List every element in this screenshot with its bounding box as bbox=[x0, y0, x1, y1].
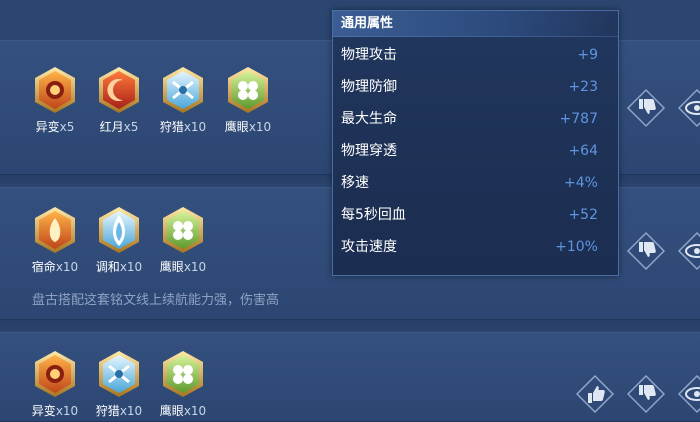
like-button[interactable] bbox=[575, 374, 615, 414]
rune-count: x5 bbox=[59, 120, 75, 134]
stat-value: +10% bbox=[555, 239, 598, 255]
rune-item[interactable]: 狩猎x10 bbox=[153, 66, 213, 135]
stat-row: 物理攻击 +9 bbox=[333, 39, 618, 71]
rune-item[interactable]: 鹰眼x10 bbox=[153, 206, 213, 275]
shoulie-gem-icon bbox=[163, 67, 203, 113]
rune-count: x10 bbox=[248, 120, 272, 134]
rune-item[interactable]: 红月x5 bbox=[89, 66, 149, 135]
tiaohe-gem-icon bbox=[99, 207, 139, 253]
thumbs-down-icon bbox=[626, 374, 666, 414]
rune-name: 调和 bbox=[95, 260, 120, 274]
dislike-button[interactable] bbox=[626, 231, 666, 271]
rune-name: 宿命 bbox=[31, 260, 56, 274]
stat-value: +787 bbox=[559, 111, 598, 127]
stat-label: 物理穿透 bbox=[341, 143, 397, 159]
dislike-button[interactable] bbox=[626, 88, 666, 128]
rune-item[interactable]: 宿命x10 bbox=[25, 206, 85, 275]
rune-count: x10 bbox=[183, 120, 207, 134]
view-button[interactable] bbox=[677, 88, 700, 128]
rune-name: 鹰眼 bbox=[159, 260, 184, 274]
eye-icon bbox=[677, 88, 700, 128]
stat-row: 物理穿透 +64 bbox=[333, 135, 618, 167]
rune-count: x10 bbox=[55, 404, 79, 418]
build-description: 盘古搭配这套铭文线上续航能力强，伤害高 bbox=[32, 293, 280, 308]
stat-label: 物理攻击 bbox=[341, 47, 397, 63]
yibian-gem-icon bbox=[35, 67, 75, 113]
stat-value: +23 bbox=[568, 79, 598, 95]
rune-item[interactable]: 调和x10 bbox=[89, 206, 149, 275]
divider bbox=[0, 320, 700, 332]
yingyan-gem-icon bbox=[228, 67, 268, 113]
rune-name: 红月 bbox=[99, 120, 124, 134]
stat-label: 每5秒回血 bbox=[341, 207, 406, 223]
stat-value: +9 bbox=[577, 47, 598, 63]
rune-count: x5 bbox=[123, 120, 139, 134]
rune-count: x10 bbox=[119, 404, 143, 418]
rune-item[interactable]: 异变x5 bbox=[25, 66, 85, 135]
stat-row: 攻击速度 +10% bbox=[333, 231, 618, 263]
tooltip-title: 通用属性 bbox=[333, 11, 618, 37]
rune-name: 鹰眼 bbox=[159, 404, 184, 418]
attribute-tooltip: 通用属性 物理攻击 +9 物理防御 +23 最大生命 +787 物理穿透 +64… bbox=[332, 10, 619, 276]
rune-count: x10 bbox=[119, 260, 143, 274]
eye-icon bbox=[677, 231, 700, 271]
thumbs-down-icon bbox=[626, 88, 666, 128]
stat-row: 最大生命 +787 bbox=[333, 103, 618, 135]
rune-name: 异变 bbox=[31, 404, 56, 418]
rune-item[interactable]: 鹰眼x10 bbox=[218, 66, 278, 135]
shoulie-gem-icon bbox=[99, 351, 139, 397]
stat-label: 物理防御 bbox=[341, 79, 397, 95]
thumbs-up-icon bbox=[575, 374, 615, 414]
yingyan-gem-icon bbox=[163, 351, 203, 397]
stat-value: +64 bbox=[568, 143, 598, 159]
rune-name: 鹰眼 bbox=[224, 120, 249, 134]
rune-item[interactable]: 鹰眼x10 bbox=[153, 350, 213, 419]
stat-row: 物理防御 +23 bbox=[333, 71, 618, 103]
stat-label: 移速 bbox=[341, 175, 369, 191]
stat-label: 最大生命 bbox=[341, 111, 397, 127]
rune-name: 狩猎 bbox=[95, 404, 120, 418]
stat-value: +4% bbox=[564, 175, 598, 191]
dislike-button[interactable] bbox=[626, 374, 666, 414]
yibian-gem-icon bbox=[35, 351, 75, 397]
view-button[interactable] bbox=[677, 231, 700, 271]
rune-name: 狩猎 bbox=[159, 120, 184, 134]
hongyue-gem-icon bbox=[99, 67, 139, 113]
stat-row: 移速 +4% bbox=[333, 167, 618, 199]
rune-name: 异变 bbox=[35, 120, 60, 134]
suming-gem-icon bbox=[35, 207, 75, 253]
rune-count: x10 bbox=[183, 260, 207, 274]
yingyan-gem-icon bbox=[163, 207, 203, 253]
thumbs-down-icon bbox=[626, 231, 666, 271]
stat-row: 每5秒回血 +52 bbox=[333, 199, 618, 231]
view-button[interactable] bbox=[677, 374, 700, 414]
rune-count: x10 bbox=[183, 404, 207, 418]
eye-icon bbox=[677, 374, 700, 414]
stat-value: +52 bbox=[568, 207, 598, 223]
rune-item[interactable]: 狩猎x10 bbox=[89, 350, 149, 419]
rune-item[interactable]: 异变x10 bbox=[25, 350, 85, 419]
stat-label: 攻击速度 bbox=[341, 239, 397, 255]
rune-count: x10 bbox=[55, 260, 79, 274]
